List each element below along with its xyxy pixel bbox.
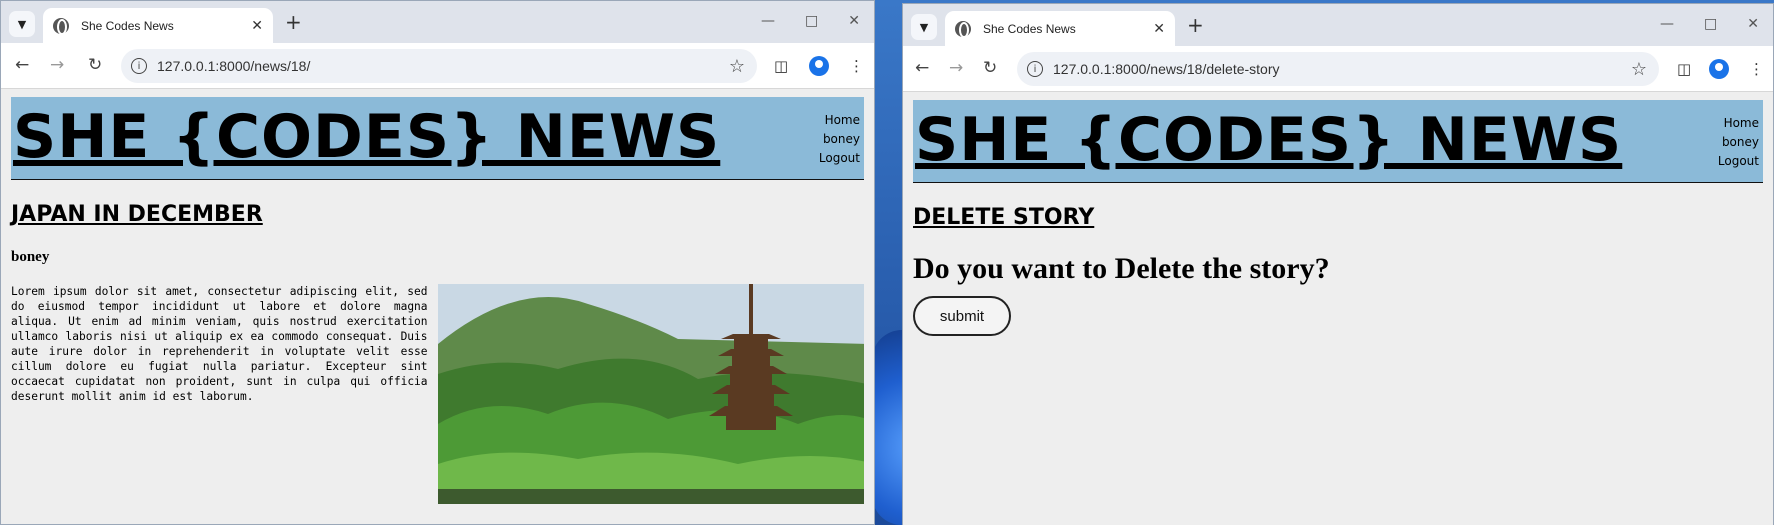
url-text: 127.0.0.1:8000/news/18/delete-story: [1053, 61, 1280, 77]
side-panel-icon[interactable]: ◫: [1677, 60, 1691, 78]
close-window-button[interactable]: ✕: [1747, 16, 1759, 32]
side-panel-icon[interactable]: ◫: [774, 57, 788, 75]
nav-logout-link[interactable]: Logout: [819, 149, 860, 168]
kebab-menu-icon[interactable]: ⋮: [849, 57, 864, 75]
back-button[interactable]: ←: [915, 58, 929, 78]
tab-bar: ▼ She Codes News ✕ + — □ ✕: [903, 4, 1773, 46]
nav-home-link[interactable]: Home: [819, 111, 860, 130]
tab-title: She Codes News: [983, 21, 1076, 36]
maximize-button[interactable]: □: [1704, 16, 1717, 32]
back-button[interactable]: ←: [15, 55, 29, 75]
info-icon[interactable]: i: [131, 58, 147, 74]
globe-icon: [53, 17, 69, 35]
story-author: boney: [11, 249, 50, 265]
page-heading: DELETE STORY: [913, 205, 1095, 230]
star-icon[interactable]: ☆: [1631, 59, 1647, 80]
profile-icon[interactable]: [809, 56, 829, 76]
tab-bar: ▼ She Codes News ✕ + — □ ✕: [1, 1, 874, 43]
story-text: Lorem ipsum dolor sit amet, consectetur …: [11, 285, 428, 403]
forward-button[interactable]: →: [50, 55, 64, 75]
site-header: SHE {CODES} NEWS Home boney Logout: [913, 100, 1763, 183]
chevron-down-icon: ▼: [919, 20, 929, 34]
address-bar[interactable]: i 127.0.0.1:8000/news/18/delete-story ☆: [1017, 52, 1659, 86]
story-image: [437, 284, 864, 504]
kebab-menu-icon[interactable]: ⋮: [1749, 60, 1764, 78]
browser-toolbar: ← → ↻ i 127.0.0.1:8000/news/18/delete-st…: [903, 46, 1773, 92]
nav-user-link[interactable]: boney: [1718, 133, 1759, 152]
chevron-down-icon: ▼: [17, 17, 27, 31]
delete-question: Do you want to Delete the story?: [913, 252, 1330, 285]
new-tab-button[interactable]: +: [1187, 15, 1204, 35]
close-icon[interactable]: ✕: [1153, 21, 1165, 37]
browser-toolbar: ← → ↻ i 127.0.0.1:8000/news/18/ ☆ ◫ ⋮: [1, 43, 874, 89]
tab-search-button[interactable]: ▼: [9, 11, 35, 37]
window-controls: — □ ✕: [1660, 16, 1759, 32]
close-window-button[interactable]: ✕: [848, 13, 860, 29]
new-tab-button[interactable]: +: [285, 12, 302, 32]
browser-window-right: ▼ She Codes News ✕ + — □ ✕ ← → ↻ i 127.0…: [902, 3, 1774, 525]
browser-window-left: ▼ She Codes News ✕ + — □ ✕ ← → ↻ i 127.0…: [0, 0, 875, 525]
forward-button[interactable]: →: [949, 58, 963, 78]
close-icon[interactable]: ✕: [251, 18, 263, 34]
submit-button[interactable]: submit: [913, 296, 1011, 336]
minimize-button[interactable]: —: [761, 13, 775, 29]
globe-icon: [955, 20, 971, 38]
nav-home-link[interactable]: Home: [1718, 114, 1759, 133]
profile-icon[interactable]: [1709, 59, 1729, 79]
nav-logout-link[interactable]: Logout: [1718, 152, 1759, 171]
site-nav: Home boney Logout: [1718, 114, 1759, 171]
site-title[interactable]: SHE {CODES} NEWS: [915, 104, 1622, 176]
star-icon[interactable]: ☆: [729, 56, 745, 77]
tab-search-button[interactable]: ▼: [911, 14, 937, 40]
url-text: 127.0.0.1:8000/news/18/: [157, 58, 311, 74]
site-title[interactable]: SHE {CODES} NEWS: [13, 101, 720, 173]
reload-button[interactable]: ↻: [88, 55, 102, 75]
story-body: Lorem ipsum dolor sit amet, consectetur …: [11, 284, 864, 504]
tab-she-codes-news[interactable]: She Codes News ✕: [43, 8, 273, 43]
site-header: SHE {CODES} NEWS Home boney Logout: [11, 97, 864, 180]
window-controls: — □ ✕: [761, 13, 860, 29]
page-content: SHE {CODES} NEWS Home boney Logout JAPAN…: [1, 89, 874, 512]
tab-she-codes-news[interactable]: She Codes News ✕: [945, 11, 1175, 46]
reload-button[interactable]: ↻: [983, 58, 997, 78]
info-icon[interactable]: i: [1027, 61, 1043, 77]
site-nav: Home boney Logout: [819, 111, 860, 168]
maximize-button[interactable]: □: [805, 13, 818, 29]
nav-user-link[interactable]: boney: [819, 130, 860, 149]
page-content: SHE {CODES} NEWS Home boney Logout DELET…: [903, 92, 1773, 344]
address-bar[interactable]: i 127.0.0.1:8000/news/18/ ☆: [121, 49, 757, 83]
minimize-button[interactable]: —: [1660, 16, 1674, 32]
story-title: JAPAN IN DECEMBER: [11, 202, 263, 227]
tab-title: She Codes News: [81, 18, 174, 33]
